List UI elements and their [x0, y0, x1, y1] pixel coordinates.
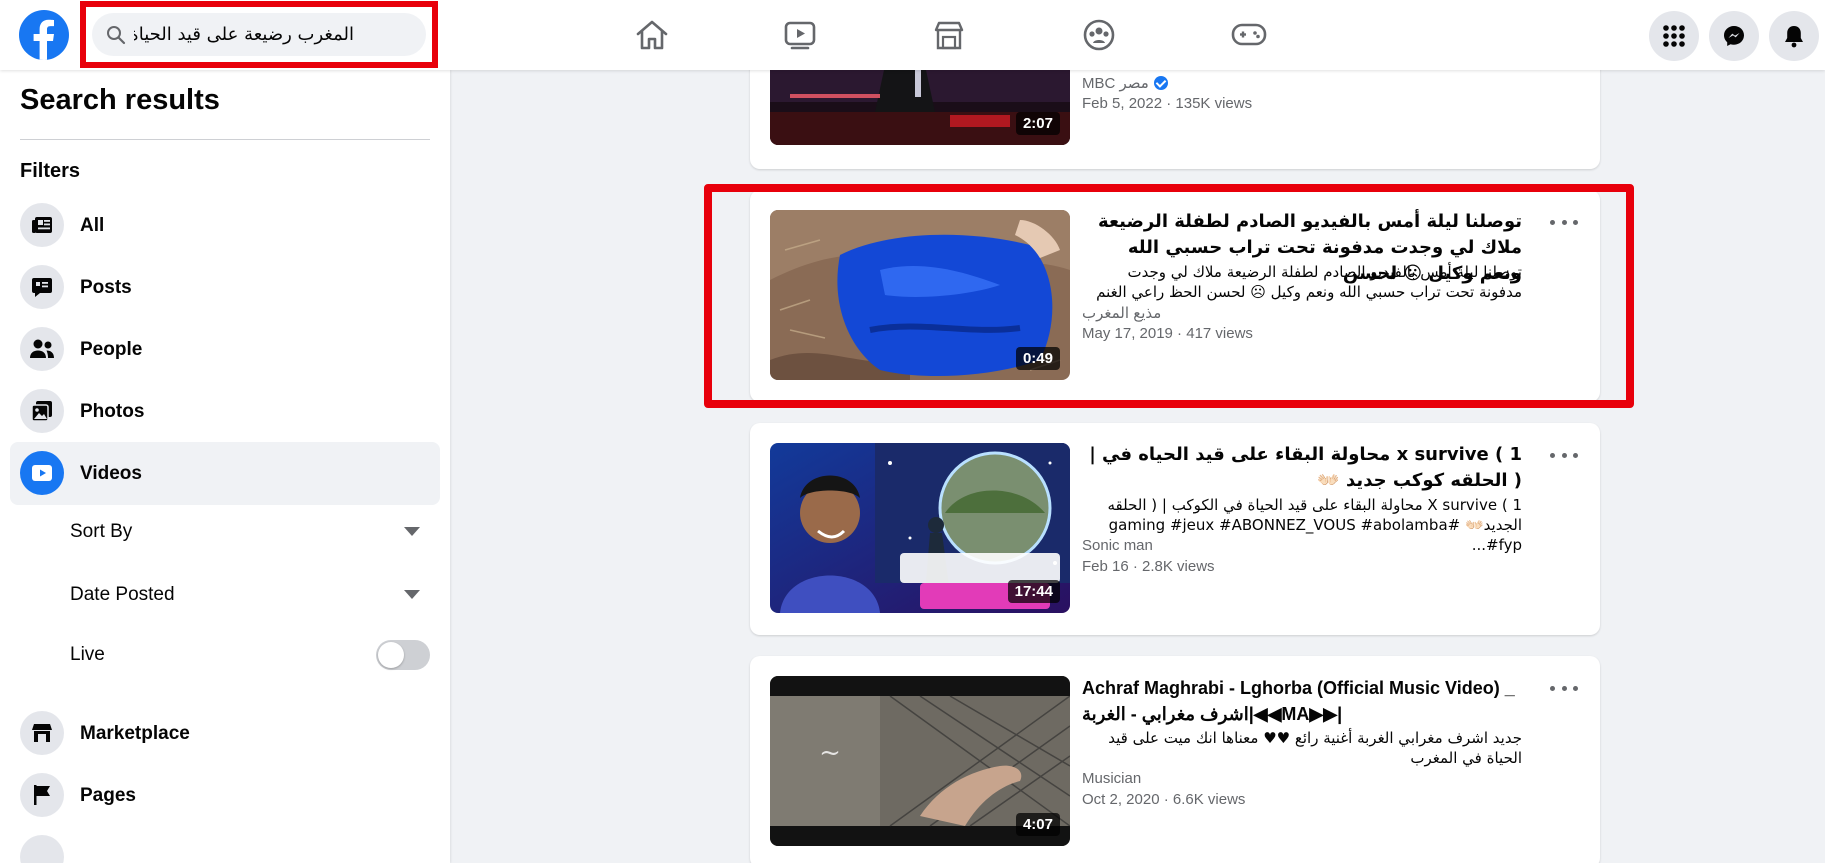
video-author[interactable]: Sonic man	[1082, 537, 1153, 554]
sidebar-item-more[interactable]	[10, 826, 440, 863]
filters-heading: Filters	[20, 160, 81, 182]
video-duration: 2:07	[1015, 112, 1060, 135]
groups-icon[interactable]	[1075, 12, 1123, 58]
sidebar-item-label: Photos	[80, 400, 145, 422]
post-icon	[20, 265, 64, 309]
sidebar-item-label: Videos	[80, 462, 142, 484]
sidebar-item-pages[interactable]: Pages	[10, 764, 440, 827]
video-meta: May 17, 2019 · 417 views	[1082, 325, 1253, 342]
video-title[interactable]: x survive ( 1 محاولة البقاء على قيد الحي…	[1082, 442, 1522, 494]
sidebar-item-photos[interactable]: Photos	[10, 380, 440, 443]
sidebar-item-label: Marketplace	[80, 722, 190, 744]
video-meta: Feb 16 · 2.8K views	[1082, 558, 1215, 575]
watch-video-icon[interactable]	[776, 12, 824, 58]
sidebar-item-label: All	[80, 214, 105, 236]
more-options-icon[interactable]	[1550, 445, 1578, 465]
messenger-icon[interactable]	[1709, 11, 1759, 61]
video-meta: Feb 5, 2022 · 135K views	[1082, 95, 1253, 112]
svg-text:~: ~	[819, 738, 841, 768]
top-navigation-bar	[0, 0, 1825, 70]
video-meta: Oct 2, 2020 · 6.6K views	[1082, 791, 1246, 808]
sidebar-item-label: People	[80, 338, 143, 360]
divider	[20, 139, 430, 140]
live-toggle[interactable]	[376, 640, 430, 670]
video-result-card[interactable]: ~ 4:07 Achraf Maghrabi - Lghorba (Offici…	[750, 656, 1600, 863]
search-bar[interactable]	[92, 13, 426, 56]
video-author[interactable]: Musician	[1082, 770, 1141, 787]
author-name: MBC مصر	[1082, 75, 1149, 92]
chevron-down-icon	[404, 590, 420, 599]
sidebar-item-label: Posts	[80, 276, 132, 298]
sidebar-item-marketplace[interactable]: Marketplace	[10, 702, 440, 765]
video-icon	[20, 451, 64, 495]
date-posted-label: Date Posted	[70, 584, 175, 605]
sidebar-item-posts[interactable]: Posts	[10, 256, 440, 319]
photos-icon	[20, 389, 64, 433]
video-duration: 17:44	[1007, 580, 1060, 603]
home-icon[interactable]	[628, 12, 676, 58]
video-thumbnail[interactable]: 17:44	[770, 443, 1070, 613]
live-label: Live	[70, 644, 105, 665]
sort-by-dropdown[interactable]: Sort By	[70, 512, 430, 552]
live-filter: Live	[70, 635, 430, 675]
sort-by-label: Sort By	[70, 521, 133, 542]
sidebar-item-label: Pages	[80, 784, 136, 806]
marketplace-icon	[20, 711, 64, 755]
sidebar-item-all[interactable]: All	[10, 194, 440, 257]
video-author[interactable]: MBC مصر	[1082, 74, 1168, 92]
video-description: توصلنا ليلة أمس بالفيديو الصادم لطفلة ال…	[1096, 263, 1522, 301]
sidebar-item-videos[interactable]: Videos	[10, 442, 440, 505]
people-icon	[20, 327, 64, 371]
video-author[interactable]: مذيع المغرب	[1082, 304, 1161, 322]
video-result-card[interactable]: 0:49 توصلنا ليلة أمس بالفيديو الصادم لطف…	[750, 190, 1600, 402]
video-thumbnail[interactable]: ~ 4:07	[770, 676, 1070, 846]
search-icon	[106, 25, 126, 45]
video-duration: 0:49	[1015, 347, 1060, 370]
search-highlight-box	[80, 1, 438, 68]
video-thumbnail[interactable]: 0:49	[770, 210, 1070, 380]
video-duration: 4:07	[1015, 813, 1060, 836]
notifications-bell-icon[interactable]	[1769, 11, 1819, 61]
sidebar-item-people[interactable]: People	[10, 318, 440, 381]
video-result-card[interactable]: 17:44 x survive ( 1 محاولة البقاء على قي…	[750, 423, 1600, 635]
chevron-down-icon	[404, 527, 420, 536]
page-title: Search results	[20, 84, 220, 116]
toggle-knob	[378, 642, 404, 668]
date-posted-dropdown[interactable]: Date Posted	[70, 575, 430, 615]
more-options-icon[interactable]	[1550, 212, 1578, 232]
verified-badge-icon	[1153, 76, 1168, 90]
facebook-logo-icon[interactable]	[19, 10, 69, 60]
video-title[interactable]: Achraf Maghrabi - Lghorba (Official Musi…	[1082, 675, 1522, 727]
feed-icon	[20, 203, 64, 247]
video-description: جديد اشرف مغرابي الغربة أغنية رائع ♥♥ مع…	[1108, 729, 1522, 767]
menu-grid-icon[interactable]	[1649, 11, 1699, 61]
more-options-icon[interactable]	[1550, 678, 1578, 698]
more-icon	[20, 835, 64, 863]
search-input[interactable]	[134, 13, 354, 56]
gaming-icon[interactable]	[1225, 12, 1273, 58]
marketplace-icon[interactable]	[925, 12, 973, 58]
flag-icon	[20, 773, 64, 817]
search-filters-sidebar: Search results Filters All Posts People …	[0, 70, 450, 863]
